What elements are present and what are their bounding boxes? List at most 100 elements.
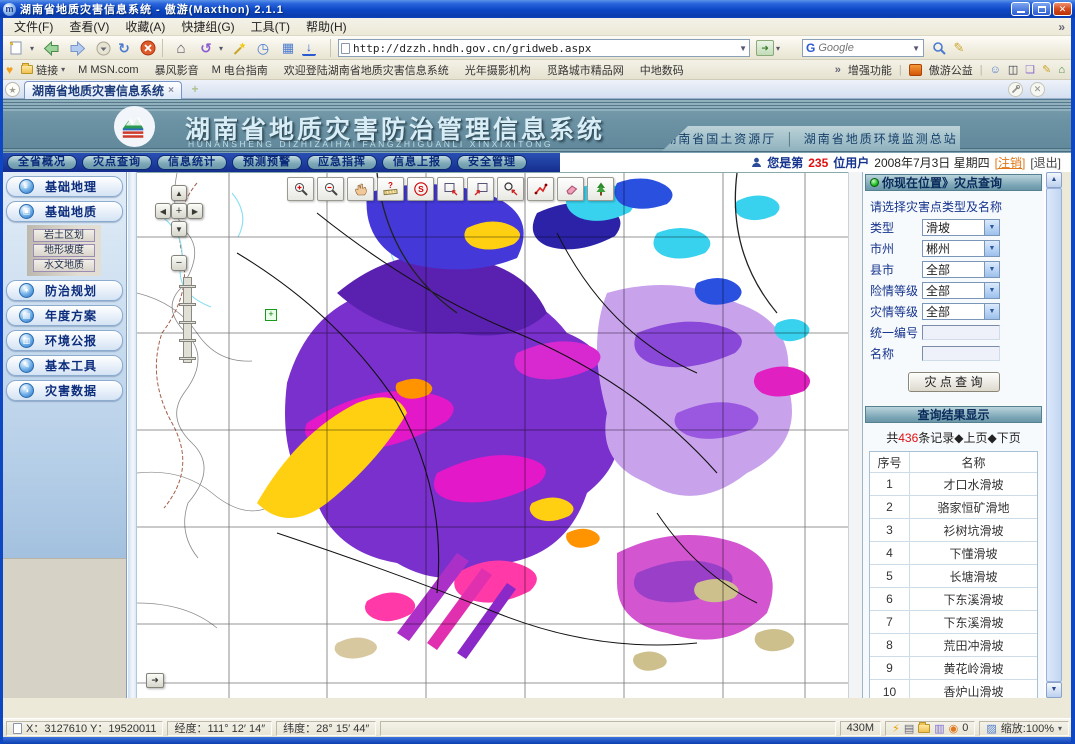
- search-input[interactable]: [818, 42, 888, 54]
- tab-close-icon[interactable]: ×: [168, 85, 174, 96]
- table-row[interactable]: 5 长塘滑坡: [870, 565, 1037, 588]
- zoom-in-icon[interactable]: [287, 177, 314, 201]
- frames-icon[interactable]: ▦: [277, 38, 299, 58]
- chevron-down-icon[interactable]: ▼: [984, 220, 999, 235]
- links-menu[interactable]: 链接 ▾: [21, 62, 65, 78]
- folder-icon[interactable]: [918, 724, 930, 733]
- sidebar-item[interactable]: ▤ 年度方案: [6, 305, 123, 326]
- collapse-sidebar-icon[interactable]: ➜: [146, 673, 164, 688]
- refresh-icon[interactable]: ↻: [113, 38, 135, 58]
- link-item[interactable]: M 电台指南: [212, 62, 268, 78]
- dropdown-select[interactable]: 郴州 ▼: [922, 240, 1000, 257]
- table-row[interactable]: 4 下懂滑坡: [870, 542, 1037, 565]
- query-button[interactable]: 灾 点 查 询: [908, 372, 1000, 392]
- sidebar-item[interactable]: ✶ 防治规划: [6, 280, 123, 301]
- back-icon[interactable]: [40, 38, 62, 58]
- paint-icon[interactable]: ✎: [1042, 63, 1051, 76]
- text-field[interactable]: [922, 325, 1000, 340]
- zoom-out-icon[interactable]: [317, 177, 344, 201]
- nav-tab[interactable]: 信息统计: [157, 155, 227, 170]
- table-row[interactable]: 2 骆家恒矿滑地: [870, 496, 1037, 519]
- menu-item[interactable]: 收藏(A): [117, 17, 173, 36]
- sidebar-item[interactable]: ▥ 环境公报: [6, 330, 123, 351]
- scroll-up-icon[interactable]: ▲: [1046, 172, 1062, 188]
- table-row[interactable]: 1 才口水滑坡: [870, 473, 1037, 496]
- link-item[interactable]: M MSN.com: [78, 64, 138, 76]
- sidebar-sub-item[interactable]: 水文地质: [33, 259, 95, 272]
- exit-link[interactable]: [退出]: [1030, 154, 1061, 171]
- scroll-down-icon[interactable]: ▼: [1046, 682, 1062, 698]
- geo-environment-link[interactable]: 湖南省地质环境监测总站: [804, 130, 958, 147]
- menu-item[interactable]: 文件(F): [6, 17, 61, 36]
- star-icon[interactable]: ★: [5, 82, 20, 97]
- sidebar-item[interactable]: ✎ 基本工具: [6, 355, 123, 376]
- pan-up-icon[interactable]: ▲: [171, 185, 187, 201]
- nav-tab[interactable]: 灾点查询: [82, 155, 152, 170]
- zoom-minus-icon[interactable]: −: [171, 255, 187, 271]
- zoom-slider[interactable]: [183, 277, 192, 363]
- menu-item[interactable]: 查看(V): [61, 17, 117, 36]
- pan-left-icon[interactable]: ◀: [155, 203, 171, 219]
- pan-down-icon[interactable]: ▼: [171, 221, 187, 237]
- sidebar-item[interactable]: » 基础地理: [6, 176, 123, 197]
- url-input[interactable]: [353, 42, 739, 55]
- menu-item[interactable]: 工具(T): [243, 17, 298, 36]
- table-row[interactable]: 6 下东溪滑坡: [870, 588, 1037, 611]
- chevron-down-icon[interactable]: ▼: [984, 241, 999, 256]
- splitter[interactable]: [128, 172, 137, 698]
- eraser-icon[interactable]: [557, 177, 584, 201]
- history-icon[interactable]: ◷: [252, 38, 274, 58]
- wrench-icon[interactable]: [1008, 82, 1023, 97]
- maxthon-charity-link[interactable]: 傲游公益: [929, 62, 973, 78]
- search-engine-dropdown-icon[interactable]: ▼: [912, 44, 920, 53]
- sidebar-sub-item[interactable]: 地形坡度: [33, 244, 95, 257]
- measure-distance-icon[interactable]: ?: [377, 177, 404, 201]
- vertical-scrollbar[interactable]: ▲ ▼: [1046, 172, 1062, 698]
- pan-icon[interactable]: [347, 177, 374, 201]
- dropdown-select[interactable]: 全部 ▼: [922, 261, 1000, 278]
- map-canvas[interactable]: ? S ▲ ◀ + ▶ ▼ − + ➜: [137, 172, 848, 698]
- menu-overflow-chevron[interactable]: »: [1058, 20, 1065, 34]
- link-item[interactable]: 光年摄影机构: [462, 62, 531, 78]
- snapshot-icon[interactable]: ◉: [949, 722, 959, 735]
- sidebar-item[interactable]: ◑ 灾害数据: [6, 380, 123, 401]
- dropdown-select[interactable]: 滑坡 ▼: [922, 219, 1000, 236]
- chevron-down-icon[interactable]: ▼: [984, 304, 999, 319]
- text-field[interactable]: [922, 346, 1000, 361]
- url-dropdown-icon[interactable]: ▼: [739, 44, 747, 53]
- next-page-link[interactable]: ◆下页: [988, 431, 1021, 445]
- dropdown-select[interactable]: 全部 ▼: [922, 303, 1000, 320]
- forward-icon[interactable]: [66, 38, 88, 58]
- drop-circle-icon[interactable]: [92, 38, 114, 58]
- sidebar-sub-item[interactable]: 岩土区划: [33, 229, 95, 242]
- magic-wand-icon[interactable]: [228, 38, 250, 58]
- download-icon[interactable]: ↓: [302, 40, 316, 56]
- enhance-features-link[interactable]: 增强功能: [848, 62, 892, 78]
- nav-tab[interactable]: 预测预警: [232, 155, 302, 170]
- highlighter-icon[interactable]: ✎: [948, 38, 970, 58]
- logout-link[interactable]: [注销]: [995, 154, 1026, 171]
- link-item[interactable]: 欢迎登陆湖南省地质灾害信息系统: [281, 62, 449, 78]
- new-page-dropdown-icon[interactable]: ▾: [27, 38, 37, 58]
- new-tab-button[interactable]: +: [188, 83, 202, 96]
- sidebar-item[interactable]: ▣ 基础地质: [6, 201, 123, 222]
- center-icon[interactable]: +: [171, 203, 187, 219]
- undo-icon[interactable]: ↺: [195, 38, 217, 58]
- links-overflow-chevron[interactable]: »: [835, 64, 841, 76]
- undo-dropdown-icon[interactable]: ▾: [216, 38, 226, 58]
- menu-item[interactable]: 帮助(H): [298, 17, 355, 36]
- zoom-slider-thumb[interactable]: [179, 285, 196, 288]
- nav-tab[interactable]: 全省概况: [7, 155, 77, 170]
- menu-item[interactable]: 快捷组(G): [173, 17, 242, 36]
- pan-right-icon[interactable]: ▶: [187, 203, 203, 219]
- new-page-icon[interactable]: [5, 38, 27, 58]
- close-tab-icon[interactable]: ✕: [1030, 82, 1045, 97]
- zoom-box-icon[interactable]: [437, 177, 464, 201]
- go-button[interactable]: ➜▾: [756, 39, 794, 57]
- dropdown-select[interactable]: 全部 ▼: [922, 282, 1000, 299]
- draw-line-icon[interactable]: [527, 177, 554, 201]
- link-item[interactable]: 觅路城市精品网: [544, 62, 624, 78]
- book-icon[interactable]: ▥: [934, 722, 944, 735]
- search-icon[interactable]: [928, 38, 950, 58]
- legend-icon[interactable]: [587, 177, 614, 201]
